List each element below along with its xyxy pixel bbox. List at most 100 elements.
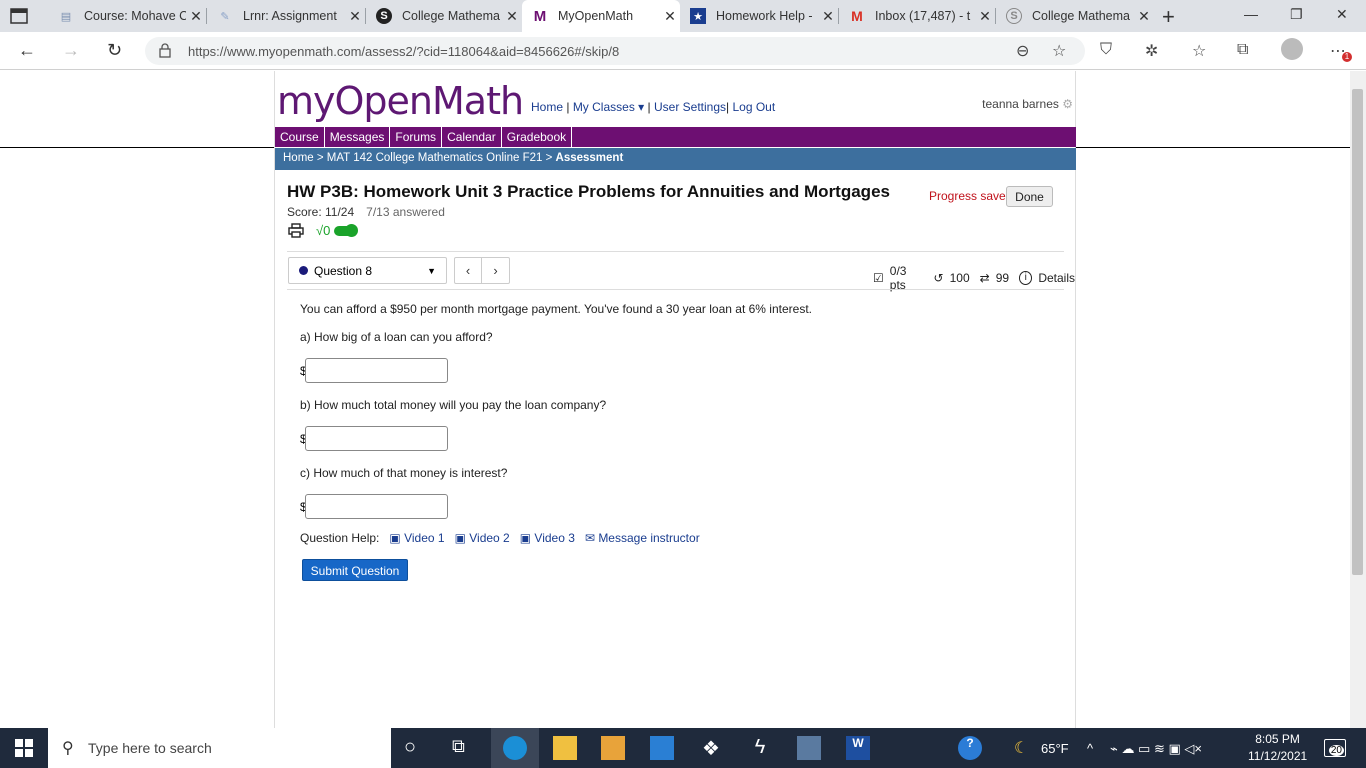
attempts-icon: ↺ bbox=[933, 271, 944, 285]
restore-icon[interactable]: ❐ bbox=[1290, 6, 1303, 23]
done-button[interactable]: Done bbox=[1006, 186, 1053, 207]
log-out-link[interactable]: Log Out bbox=[732, 100, 775, 114]
app-icon[interactable]: ϟ bbox=[748, 736, 772, 760]
math-entry-toggle-label: √0 bbox=[316, 223, 331, 238]
shield-icon[interactable]: ⛉ bbox=[1100, 41, 1112, 59]
store-icon[interactable] bbox=[601, 736, 625, 760]
nav-messages[interactable]: Messages bbox=[325, 127, 391, 147]
file-explorer-icon[interactable] bbox=[553, 736, 577, 760]
next-question-icon[interactable]: › bbox=[482, 258, 509, 283]
answer-a-input[interactable] bbox=[305, 358, 448, 383]
nav-gradebook[interactable]: Gradebook bbox=[502, 127, 573, 147]
tab-title: Homework Help - bbox=[716, 9, 813, 23]
close-tab-icon[interactable]: ✕ bbox=[1134, 8, 1154, 25]
favorites-icon[interactable]: ☆ bbox=[1192, 41, 1206, 61]
close-tab-icon[interactable]: ✕ bbox=[186, 8, 206, 25]
assessment-title: HW P3B: Homework Unit 3 Practice Problem… bbox=[287, 182, 890, 201]
notification-center-icon[interactable]: 20 bbox=[1324, 739, 1346, 757]
clock[interactable]: 8:05 PM 11/12/2021 bbox=[1248, 731, 1307, 765]
answer-b-input[interactable] bbox=[305, 426, 448, 451]
back-icon[interactable]: ← bbox=[18, 40, 36, 61]
close-tab-icon[interactable]: ✕ bbox=[818, 8, 838, 25]
extensions-icon[interactable]: ✲ bbox=[1145, 41, 1158, 61]
mail-app-icon[interactable] bbox=[650, 736, 674, 760]
url-text: https://www.myopenmath.com/assess2/?cid=… bbox=[188, 44, 620, 59]
answer-c-input[interactable] bbox=[305, 494, 448, 519]
gear-icon[interactable]: ⚙ bbox=[1062, 97, 1073, 111]
calculator-icon[interactable] bbox=[797, 736, 821, 760]
user-settings-link[interactable]: User Settings bbox=[654, 100, 726, 114]
tab-college-math-1[interactable]: S College Mathema ✕ bbox=[366, 0, 522, 32]
submit-question-button[interactable]: Submit Question bbox=[302, 559, 408, 581]
question-selector[interactable]: Question 8 ▼ bbox=[288, 257, 447, 284]
myopenmath-logo[interactable]: myOpenMath bbox=[277, 79, 524, 123]
message-instructor-link[interactable]: ✉ Message instructor bbox=[585, 531, 700, 545]
tray-icons[interactable]: ⌁ ☁ ▭ ≋ ▣ ◁× bbox=[1110, 741, 1202, 757]
tab-myopenmath[interactable]: M MyOpenMath ✕ bbox=[522, 0, 680, 32]
task-view-icon[interactable]: ⧉ bbox=[452, 736, 476, 760]
previous-question-icon[interactable]: ‹ bbox=[455, 258, 482, 283]
close-tab-icon[interactable]: ✕ bbox=[975, 8, 995, 25]
minimize-icon[interactable]: — bbox=[1244, 6, 1258, 22]
home-link[interactable]: Home bbox=[531, 100, 563, 114]
show-hidden-icons-icon[interactable]: ^ bbox=[1087, 741, 1093, 756]
tab-title: Lrnr: Assignment bbox=[243, 9, 337, 23]
content-container: myOpenMath Home | My Classes ▾ | User Se… bbox=[274, 71, 1076, 728]
tab-gmail-inbox[interactable]: M Inbox (17,487) - t ✕ bbox=[839, 0, 995, 32]
edge-icon[interactable] bbox=[503, 736, 527, 760]
taskbar-search[interactable]: ⚲ Type here to search bbox=[48, 728, 391, 768]
breadcrumb: Home > MAT 142 College Mathematics Onlin… bbox=[275, 148, 1076, 170]
math-entry-toggle[interactable] bbox=[334, 223, 359, 237]
part-a-text: a) How big of a loan can you afford? bbox=[300, 330, 493, 344]
weather-moon-icon[interactable]: ☾ bbox=[1014, 738, 1028, 758]
regen-icon: ⇄ bbox=[979, 271, 990, 285]
close-tab-icon[interactable]: ✕ bbox=[660, 8, 680, 25]
nav-course[interactable]: Course bbox=[275, 127, 325, 147]
zoom-icon[interactable]: ⊖ bbox=[1016, 41, 1029, 61]
profile-avatar[interactable] bbox=[1281, 38, 1303, 60]
tab-actions-icon[interactable] bbox=[10, 8, 28, 24]
help-icon[interactable]: ? bbox=[958, 736, 982, 760]
attempts-text: 100 bbox=[949, 271, 970, 285]
word-icon[interactable]: W bbox=[846, 736, 870, 760]
close-window-icon[interactable]: ✕ bbox=[1336, 6, 1348, 23]
s-favicon-icon: S bbox=[1006, 8, 1022, 24]
lrnr-favicon-icon: ✎ bbox=[220, 10, 230, 23]
details-link[interactable]: Details bbox=[1038, 271, 1075, 285]
question-help: Question Help: ▣ Video 1 ▣ Video 2 ▣ Vid… bbox=[300, 531, 700, 545]
dropbox-icon[interactable]: ❖ bbox=[699, 736, 723, 760]
favorite-add-icon[interactable]: ☆ bbox=[1052, 41, 1066, 61]
browser-tab-bar: ▤ Course: Mohave C ✕ ✎ Lrnr: Assignment … bbox=[0, 0, 1366, 32]
regens-text: 99 bbox=[995, 271, 1010, 285]
notification-badge: 1 bbox=[1342, 52, 1352, 62]
nav-forums[interactable]: Forums bbox=[390, 127, 443, 147]
windows-start-icon[interactable] bbox=[15, 739, 33, 757]
tab-college-math-2[interactable]: S College Mathema ✕ bbox=[996, 0, 1154, 32]
address-bar[interactable]: https://www.myopenmath.com/assess2/?cid=… bbox=[145, 37, 1085, 65]
info-icon[interactable]: i bbox=[1019, 271, 1033, 285]
print-icon[interactable] bbox=[288, 223, 304, 238]
new-tab-icon[interactable]: + bbox=[1162, 4, 1175, 30]
video-2-link[interactable]: ▣ Video 2 bbox=[455, 531, 510, 545]
video-3-link[interactable]: ▣ Video 3 bbox=[520, 531, 575, 545]
tab-course-mohave[interactable]: ▤ Course: Mohave C ✕ bbox=[48, 0, 206, 32]
close-tab-icon[interactable]: ✕ bbox=[502, 8, 522, 25]
weather-temp[interactable]: 65°F bbox=[1041, 741, 1069, 756]
collections-icon[interactable]: ⧉ bbox=[1237, 41, 1248, 59]
mail-icon: ✉ bbox=[584, 531, 595, 545]
nav-calendar[interactable]: Calendar bbox=[442, 127, 502, 147]
refresh-icon[interactable]: ↻ bbox=[107, 40, 122, 61]
my-classes-link[interactable]: My Classes ▾ bbox=[573, 100, 644, 114]
tab-homework-help[interactable]: ★ Homework Help - ✕ bbox=[680, 0, 838, 32]
forward-icon[interactable]: → bbox=[62, 40, 80, 61]
course-favicon-icon: ▤ bbox=[60, 10, 72, 23]
part-c-text: c) How much of that money is interest? bbox=[300, 466, 508, 480]
video-1-link[interactable]: ▣ Video 1 bbox=[389, 531, 444, 545]
star-favicon-icon: ★ bbox=[690, 8, 706, 24]
chevron-down-icon: ▼ bbox=[427, 265, 436, 276]
tab-lrnr-assignment[interactable]: ✎ Lrnr: Assignment ✕ bbox=[207, 0, 365, 32]
close-tab-icon[interactable]: ✕ bbox=[345, 8, 365, 25]
cortana-icon[interactable]: ○ bbox=[404, 736, 428, 760]
web-page: myOpenMath Home | My Classes ▾ | User Se… bbox=[0, 71, 1350, 728]
page-scrollbar[interactable] bbox=[1350, 71, 1366, 728]
